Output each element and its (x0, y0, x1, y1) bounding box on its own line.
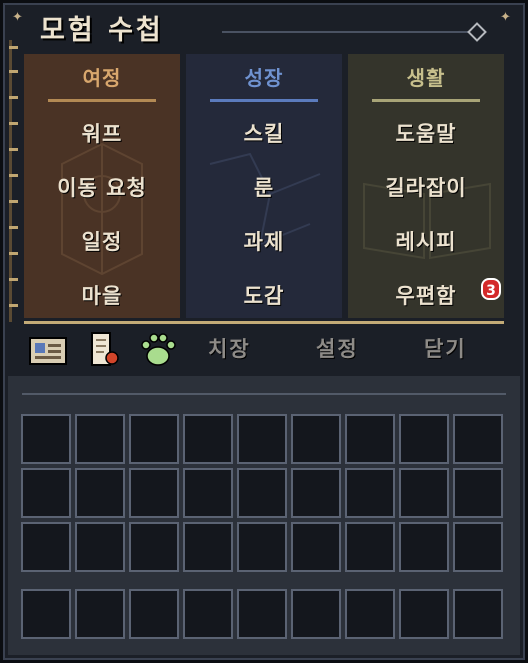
growth-heading-underline (210, 99, 318, 102)
inventory-slot[interactable] (75, 522, 125, 572)
menu-codex[interactable]: 도감 (186, 280, 342, 310)
inventory-slot[interactable] (453, 468, 503, 518)
ruler-tick (9, 174, 18, 177)
gold-divider (24, 321, 504, 324)
header-divider (222, 31, 470, 33)
inventory-slot[interactable] (291, 468, 341, 518)
quick-slot[interactable] (183, 589, 233, 639)
inventory-slot[interactable] (291, 522, 341, 572)
mail-count-badge: 3 (481, 278, 501, 300)
inventory-slot[interactable] (399, 522, 449, 572)
ruler-tick (9, 122, 18, 125)
id-card-icon (29, 337, 67, 365)
id-card-button[interactable] (28, 330, 68, 368)
quick-slot-row (21, 589, 503, 639)
map-watermark-icon (61, 142, 143, 276)
inventory-slot[interactable] (399, 414, 449, 464)
life-column: 생활 도움말 길라잡이 레시피 우편함 (348, 54, 504, 318)
quick-slot[interactable] (21, 589, 71, 639)
growth-heading: 성장 (244, 66, 284, 90)
menu-rune[interactable]: 룬 (186, 172, 342, 202)
inventory-slot[interactable] (237, 522, 287, 572)
journey-column: 여정 워프 이동 요청 일정 마을 (24, 54, 180, 318)
close-button[interactable]: 닫기 (424, 333, 467, 363)
inventory-slot[interactable] (345, 468, 395, 518)
growth-column: 성장 스킬 룬 과제 도감 (186, 54, 342, 318)
inventory-slot[interactable] (345, 522, 395, 572)
menu-move-request[interactable]: 이동 요청 (24, 172, 180, 202)
ruler-tick (9, 304, 18, 307)
menu-task[interactable]: 과제 (186, 226, 342, 256)
quick-slot[interactable] (129, 589, 179, 639)
life-heading-underline (372, 99, 480, 102)
ruler-tick (9, 148, 18, 151)
inventory-slot[interactable] (237, 414, 287, 464)
outfit-button[interactable]: 치장 (208, 333, 251, 363)
menu-guide[interactable]: 길라잡이 (348, 172, 504, 202)
paw-icon (141, 333, 176, 366)
menu-skill[interactable]: 스킬 (186, 118, 342, 148)
ruler-tick (9, 70, 18, 73)
journey-heading-underline (48, 99, 156, 102)
inventory-slot[interactable] (75, 468, 125, 518)
inventory-slot[interactable] (21, 468, 71, 518)
menu-village[interactable]: 마을 (24, 280, 180, 310)
inventory-slot[interactable] (453, 414, 503, 464)
quick-slot[interactable] (345, 589, 395, 639)
ruler-tick (9, 46, 18, 49)
quest-scroll-button[interactable] (86, 330, 126, 368)
menu-warp[interactable]: 워프 (24, 118, 180, 148)
inventory-slot[interactable] (183, 522, 233, 572)
pet-button[interactable] (138, 330, 178, 368)
inventory-slot[interactable] (75, 414, 125, 464)
inventory-grid (21, 414, 503, 572)
life-heading: 생활 (406, 66, 446, 90)
corner-star-icon: ✦ (500, 10, 511, 25)
inventory-slot[interactable] (21, 414, 71, 464)
quick-slot[interactable] (399, 589, 449, 639)
inventory-slot[interactable] (453, 522, 503, 572)
inventory-slot[interactable] (345, 414, 395, 464)
ruler-tick (9, 200, 18, 203)
quick-slot[interactable] (453, 589, 503, 639)
settings-button[interactable]: 설정 (316, 333, 359, 363)
window-title: 모험 수첩 (40, 15, 164, 46)
quick-slot[interactable] (237, 589, 287, 639)
quick-slot[interactable] (75, 589, 125, 639)
ruler-tick (9, 226, 18, 229)
menu-schedule[interactable]: 일정 (24, 226, 180, 256)
inventory-slot[interactable] (291, 414, 341, 464)
journey-heading: 여정 (82, 66, 122, 90)
menu-help[interactable]: 도움말 (348, 118, 504, 148)
quest-scroll-icon (91, 332, 119, 366)
inventory-slot[interactable] (129, 522, 179, 572)
inventory-divider (22, 393, 506, 395)
inventory-slot[interactable] (183, 468, 233, 518)
inventory-slot[interactable] (129, 414, 179, 464)
inventory-slot[interactable] (183, 414, 233, 464)
inventory-slot[interactable] (129, 468, 179, 518)
corner-star-icon: ✦ (12, 10, 23, 25)
inventory-slot[interactable] (399, 468, 449, 518)
menu-recipe[interactable]: 레시피 (348, 226, 504, 256)
inventory-slot[interactable] (21, 522, 71, 572)
ruler-tick (9, 96, 18, 99)
ruler-tick (9, 278, 18, 281)
quick-slot[interactable] (291, 589, 341, 639)
ruler-tick (9, 252, 18, 255)
inventory-slot[interactable] (237, 468, 287, 518)
